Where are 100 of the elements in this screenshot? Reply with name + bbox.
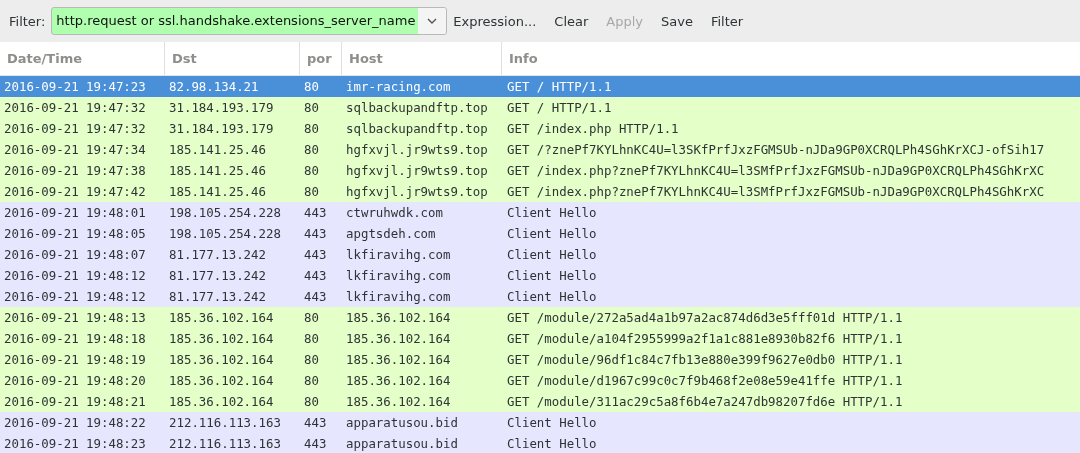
- table-cell-text: GET /module/272a5ad4a1b97a2ac874d6d3e5fff01d HTTP/1.1: [506, 309, 904, 327]
- toolbar-button[interactable]: Save: [652, 7, 702, 35]
- table-cell-text: 2016-09-21 19:48:19: [3, 351, 147, 369]
- table-row[interactable]: 2016-09-21 19:48:01 198.105.254.228 443 ctwruhwdk.com Client Hello: [0, 202, 1080, 223]
- table-cell-text: 2016-09-21 19:47:32: [3, 99, 147, 117]
- table-row[interactable]: 2016-09-21 19:47:34 185.141.25.46 80 hgfxvjl.jr9wts9.top GET /?znePf7KYLhnKC4U=l3SKfPrfJxzFGMSUb-nJDa9GP0XCRQLPh4SGhKrXCJ-ofSih17: [0, 139, 1080, 160]
- table-row[interactable]: 2016-09-21 19:48:23 212.116.113.163 443 apparatusou.bid Client Hello: [0, 433, 1080, 453]
- table-row[interactable]: 2016-09-21 19:48:20 185.36.102.164 80 185.36.102.164 GET /module/d1967c99c0c7f9b468f2e08e59e41ffe HTTP/1.1: [0, 370, 1080, 391]
- table-cell-text: 198.105.254.228: [168, 225, 282, 243]
- table-cell-text: 2016-09-21 19:47:42: [3, 183, 147, 201]
- table-cell-text: 443: [303, 435, 328, 453]
- table-cell-text: 80: [303, 141, 320, 159]
- table-cell-text: GET / HTTP/1.1: [506, 99, 613, 117]
- table-cell-text: 2016-09-21 19:48:21: [3, 393, 147, 411]
- table-cell-text: Client Hello: [506, 267, 598, 285]
- table-cell-text: apparatusou.bid: [345, 414, 459, 432]
- table-row[interactable]: 2016-09-21 19:48:12 81.177.13.242 443 lkfiravihg.com Client Hello: [0, 286, 1080, 307]
- table-cell-text: 212.116.113.163: [168, 414, 282, 432]
- table-cell-text: 443: [303, 246, 328, 264]
- table-cell-text: Client Hello: [506, 435, 598, 453]
- table-cell-text: hgfxvjl.jr9wts9.top: [345, 183, 489, 201]
- table-cell-text: 2016-09-21 19:47:34: [3, 141, 147, 159]
- table-row[interactable]: 2016-09-21 19:48:05 198.105.254.228 443 apgtsdeh.com Client Hello: [0, 223, 1080, 244]
- table-cell-text: 2016-09-21 19:48:05: [3, 225, 147, 243]
- table-row[interactable]: 2016-09-21 19:47:42 185.141.25.46 80 hgfxvjl.jr9wts9.top GET /index.php?znePf7KYLhnKC4U=l3SMfPrfJxzFGMSUb-nJDa9GP0XCRQLPh4SGhKrXC: [0, 181, 1080, 202]
- table-cell-text: 185.36.102.164: [345, 351, 452, 369]
- table-cell-text: 2016-09-21 19:47:32: [3, 120, 147, 138]
- table-cell-text: lkfiravihg.com: [345, 267, 452, 285]
- table-cell-text: 2016-09-21 19:47:38: [3, 162, 147, 180]
- toolbar-button[interactable]: Clear: [545, 7, 598, 35]
- table-cell-text: 185.36.102.164: [345, 309, 452, 327]
- table-cell-text: 2016-09-21 19:48:12: [3, 267, 147, 285]
- table-row[interactable]: 2016-09-21 19:47:38 185.141.25.46 80 hgfxvjl.jr9wts9.top GET /index.php?znePf7KYLhnKC4U=l3SMfPrfJxzFGMSUb-nJDa9GP0XCRQLPh4SGhKrXC: [0, 160, 1080, 181]
- table-row[interactable]: 2016-09-21 19:48:22 212.116.113.163 443 apparatusou.bid Client Hello: [0, 412, 1080, 433]
- table-cell-text: GET /index.php?znePf7KYLhnKC4U=l3SMfPrfJxzFGMSUb-nJDa9GP0XCRQLPh4SGhKrXC: [506, 162, 1046, 180]
- table-cell-text: 185.36.102.164: [168, 372, 275, 390]
- table-cell-text: apgtsdeh.com: [345, 225, 437, 243]
- table-row[interactable]: 2016-09-21 19:48:18 185.36.102.164 80 185.36.102.164 GET /module/a104f2955999a2f1a1c881e8930b82f6 HTTP/1.1: [0, 328, 1080, 349]
- table-cell-text: 185.36.102.164: [168, 309, 275, 327]
- table-cell-text: 2016-09-21 19:48:18: [3, 330, 147, 348]
- table-cell-text: 80: [303, 78, 320, 96]
- table-cell-text: 185.36.102.164: [345, 372, 452, 390]
- table-cell-text: GET /module/311ac29c5a8f6b4e7a247db98207fd6e HTTP/1.1: [506, 393, 904, 411]
- table-cell-text: GET /index.php HTTP/1.1: [506, 120, 680, 138]
- table-cell-text: 81.177.13.242: [168, 288, 267, 306]
- table-row[interactable]: 2016-09-21 19:48:12 81.177.13.242 443 lkfiravihg.com Client Hello: [0, 265, 1080, 286]
- table-cell-text: Client Hello: [506, 246, 598, 264]
- dropdown-button[interactable]: [418, 8, 447, 34]
- filter-field[interactable]: http.request or ssl.handshake.extensions_server_name: [51, 7, 448, 35]
- table-cell-text: Client Hello: [506, 414, 598, 432]
- table-cell-text: Client Hello: [506, 204, 598, 222]
- table-cell-text: 80: [303, 309, 320, 327]
- table-cell-text: GET /module/d1967c99c0c7f9b468f2e08e59e41ffe HTTP/1.1: [506, 372, 904, 390]
- table-cell-text: 443: [303, 204, 328, 222]
- table-cell-text: hgfxvjl.jr9wts9.top: [345, 141, 489, 159]
- table-cell-text: 185.36.102.164: [345, 393, 452, 411]
- table-cell-text: 81.177.13.242: [168, 246, 267, 264]
- table-cell-text: imr-racing.com: [345, 78, 452, 96]
- toolbar-button[interactable]: Expression...: [447, 7, 546, 35]
- table-cell-text: 31.184.193.179: [168, 120, 275, 138]
- table-cell-text: hgfxvjl.jr9wts9.top: [345, 162, 489, 180]
- table-cell-text: GET /module/a104f2955999a2f1a1c881e8930b82f6 HTTP/1.1: [506, 330, 904, 348]
- table-cell-text: 185.36.102.164: [168, 330, 275, 348]
- table-row[interactable]: 2016-09-21 19:48:07 81.177.13.242 443 lkfiravihg.com Client Hello: [0, 244, 1080, 265]
- table-cell-text: Client Hello: [506, 288, 598, 306]
- table-row[interactable]: 2016-09-21 19:48:21 185.36.102.164 80 185.36.102.164 GET /module/311ac29c5a8f6b4e7a247db98207fd6e HTTP/1.1: [0, 391, 1080, 412]
- table-row[interactable]: 2016-09-21 19:47:32 31.184.193.179 80 sqlbackupandftp.top GET / HTTP/1.1: [0, 97, 1080, 118]
- table-cell-text: 443: [303, 414, 328, 432]
- table-cell-text: ctwruhwdk.com: [345, 204, 444, 222]
- table-cell-text: 2016-09-21 19:48:07: [3, 246, 147, 264]
- caret-icon: [427, 18, 438, 24]
- table-cell-text: GET / HTTP/1.1: [506, 78, 613, 96]
- table-cell-text: 2016-09-21 19:48:23: [3, 435, 147, 453]
- table-cell-text: 2016-09-21 19:47:23: [3, 78, 147, 96]
- table-cell-text: 185.36.102.164: [168, 351, 275, 369]
- table-cell-text: 80: [303, 99, 320, 117]
- table-cell-text: GET /module/96df1c84c7fb13e880e399f9627e0db0 HTTP/1.1: [506, 351, 904, 369]
- table-cell-text: 31.184.193.179: [168, 99, 275, 117]
- table-cell-text: 212.116.113.163: [168, 435, 282, 453]
- table-cell-text: 81.177.13.242: [168, 267, 267, 285]
- toolbar-button[interactable]: Filter: [701, 7, 753, 35]
- table-cell-text: 2016-09-21 19:48:01: [3, 204, 147, 222]
- table-cell-text: 80: [303, 393, 320, 411]
- table-cell-text: GET /index.php?znePf7KYLhnKC4U=l3SMfPrfJxzFGMSUb-nJDa9GP0XCRQLPh4SGhKrXC: [506, 183, 1046, 201]
- table-cell-text: 443: [303, 225, 328, 243]
- table-row[interactable]: 2016-09-21 19:48:13 185.36.102.164 80 185.36.102.164 GET /module/272a5ad4a1b97a2ac874d6d3e5fff01d HTTP/1.1: [0, 307, 1080, 328]
- table-cell-text: 185.36.102.164: [168, 393, 275, 411]
- table-cell-text: 2016-09-21 19:48:12: [3, 288, 147, 306]
- table-cell-text: 80: [303, 330, 320, 348]
- table-cell-text: 80: [303, 120, 320, 138]
- table-row[interactable]: 2016-09-21 19:48:19 185.36.102.164 80 185.36.102.164 GET /module/96df1c84c7fb13e880e399f9627e0db0 HTTP/1.1: [0, 349, 1080, 370]
- table-cell-text: 443: [303, 267, 328, 285]
- table-cell-text: sqlbackupandftp.top: [345, 99, 489, 117]
- table-row[interactable]: 2016-09-21 19:47:32 31.184.193.179 80 sqlbackupandftp.top GET /index.php HTTP/1.1: [0, 118, 1080, 139]
- filter-label: Filter:: [9, 13, 46, 29]
- table-cell-text: 80: [303, 183, 320, 201]
- table-cell-text: 80: [303, 372, 320, 390]
- table-cell-text: 80: [303, 162, 320, 180]
- table-cell-text: Client Hello: [506, 225, 598, 243]
- table-cell-text: 185.141.25.46: [168, 183, 267, 201]
